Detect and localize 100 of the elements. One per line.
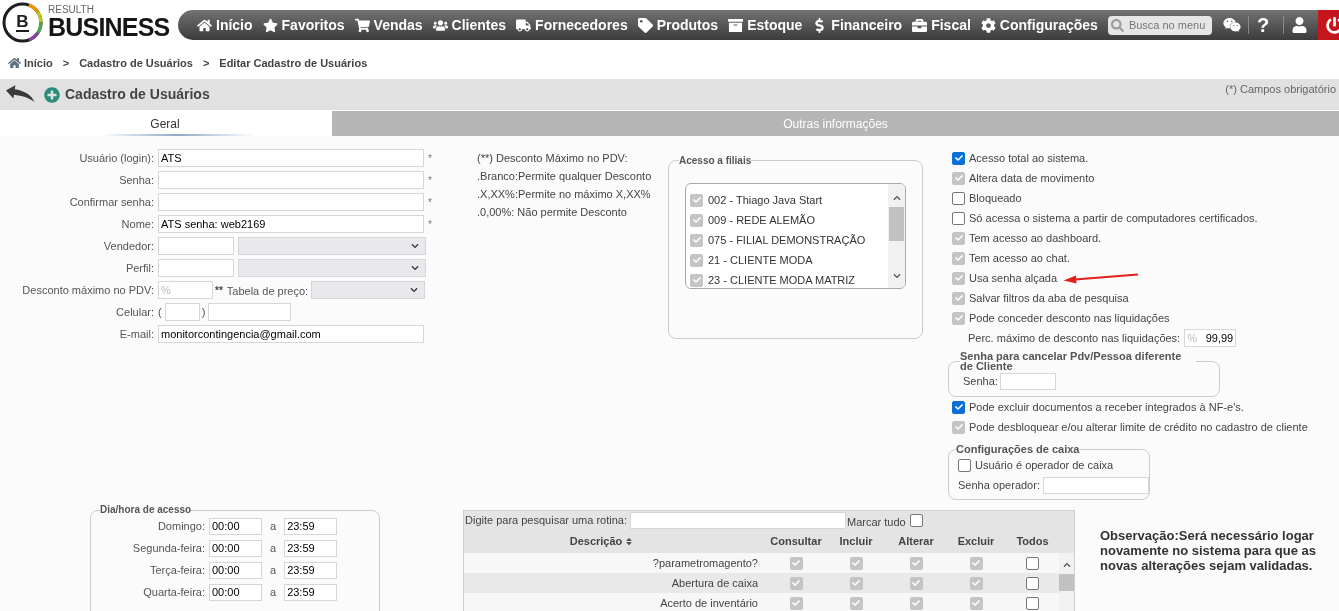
checkmark-icon: [954, 254, 963, 262]
nav-item[interactable]: Fiscal: [912, 14, 971, 36]
home-icon: [197, 17, 212, 33]
curved-arrow-icon[interactable]: [5, 85, 36, 104]
checkmark-icon: [954, 234, 963, 242]
branch-label: 23 - CLIENTE MODA MATRIZ: [708, 272, 856, 288]
input-field[interactable]: 23:59: [284, 561, 338, 579]
input-field[interactable]: 00:00: [209, 517, 262, 535]
input-field[interactable]: [158, 237, 234, 255]
checkmark-icon: [852, 579, 860, 587]
checkbox[interactable]: [909, 514, 923, 527]
sort-icon[interactable]: [626, 537, 633, 546]
input-field[interactable]: [158, 259, 234, 277]
page-title: Cadastro de Usuários: [65, 85, 210, 104]
input-field[interactable]: ATS: [158, 149, 424, 167]
column-header[interactable]: Descrição: [569, 533, 623, 550]
range-separator: a: [270, 540, 277, 556]
checkmark-icon: [954, 154, 963, 162]
input-field[interactable]: 23:59: [284, 539, 338, 557]
input-field[interactable]: [999, 372, 1056, 390]
checkbox[interactable]: [952, 211, 965, 225]
scrollbar-thumb[interactable]: [1059, 574, 1074, 591]
help-text: .X,XX%:Permite no máximo X,XX%: [477, 187, 651, 202]
input-field[interactable]: [158, 171, 424, 189]
input-field[interactable]: 00:00: [209, 583, 262, 601]
input-field[interactable]: % 99,99: [1184, 329, 1237, 347]
add-icon[interactable]: [44, 86, 60, 103]
checkbox-label: Bloqueado: [969, 190, 1022, 206]
field-label: Segunda-feira:: [132, 540, 205, 556]
scroll-down-icon[interactable]: [892, 272, 901, 280]
group-legend: Senha para cancelar Pdv/Pessoa diferente de Cliente: [960, 351, 1196, 371]
input-field[interactable]: ATS senha: web2169: [158, 215, 424, 233]
checkmark-icon: [692, 196, 701, 204]
field-label: Perc. máximo de desconto nas liquidações:: [968, 330, 1181, 346]
input-field[interactable]: 00:00: [209, 561, 262, 579]
nav-item[interactable]: Configurações: [980, 14, 1098, 36]
input-field[interactable]: [164, 303, 200, 321]
breadcrumb-link[interactable]: Cadastro de Usuários: [79, 54, 193, 72]
checkmark-icon: [954, 174, 963, 182]
checkbox[interactable]: [1026, 596, 1039, 610]
search-field[interactable]: Busca no menu: [1107, 15, 1212, 35]
checkbox[interactable]: [958, 458, 971, 472]
checkmark-icon: [792, 599, 800, 607]
group-legend: Configurações de caixa: [956, 443, 1080, 455]
breadcrumb-link[interactable]: Editar Cadastro de Usuários: [219, 54, 368, 72]
column-header[interactable]: Consultar: [770, 533, 822, 550]
user-icon[interactable]: [1292, 17, 1308, 33]
column-header[interactable]: Alterar: [898, 533, 934, 550]
input-field[interactable]: [630, 512, 847, 529]
checkbox-label: Só acessa o sistema a partir de computadores certificados.: [969, 210, 1258, 226]
scrollbar-thumb[interactable]: [889, 207, 904, 241]
input-field[interactable]: monitorcontingencia@gmail.com: [158, 325, 424, 343]
input-field[interactable]: [1042, 476, 1149, 494]
truck-icon: [516, 17, 532, 33]
scroll-up-icon[interactable]: [892, 194, 901, 202]
nav-item[interactable]: Estoque: [728, 14, 803, 36]
field-label: Perfil:: [125, 260, 154, 276]
input-field[interactable]: 23:59: [284, 583, 338, 601]
power-icon: [1325, 16, 1339, 34]
range-separator: a: [270, 518, 277, 534]
home-icon[interactable]: [8, 57, 21, 69]
nav-item[interactable]: Favoritos: [262, 14, 345, 36]
checkbox-label: Altera data de movimento: [969, 170, 1095, 186]
field-label: E-mail:: [119, 326, 154, 342]
breadcrumb-link[interactable]: Início: [24, 54, 53, 72]
input-field[interactable]: [208, 303, 292, 321]
checkbox[interactable]: [952, 400, 965, 414]
nav-item[interactable]: Produtos: [637, 14, 719, 36]
field-label: Confirmar senha:: [69, 194, 154, 210]
help-button[interactable]: ?: [1256, 14, 1270, 36]
nav-item[interactable]: Financeiro: [812, 14, 903, 36]
nav-item[interactable]: Início: [197, 14, 253, 36]
input-field[interactable]: [158, 193, 424, 211]
checkbox[interactable]: [1026, 576, 1039, 590]
checkbox-label: Pode excluir documentos a receber integrados à NF-e's.: [969, 399, 1244, 415]
nav-item[interactable]: Clientes: [432, 14, 507, 36]
archive-box-icon: [728, 17, 744, 33]
field-label: Tabela de preço:: [226, 285, 309, 297]
group-legend: Dia/hora de acesso: [100, 505, 192, 515]
checkbox[interactable]: [952, 151, 965, 165]
input-field[interactable]: 23:59: [284, 517, 338, 535]
range-separator: a: [270, 584, 277, 600]
chat-bubbles-icon[interactable]: [1222, 17, 1241, 33]
field-label: Usuário (login):: [79, 150, 154, 166]
checkbox-label: Pode desbloquear e/ou alterar limite de crédito no cadastro de cliente: [969, 419, 1308, 435]
nav-item[interactable]: Fornecedores: [516, 14, 628, 36]
phone-bracket: ): [201, 304, 206, 320]
column-header[interactable]: Todos: [1016, 533, 1049, 550]
column-header[interactable]: Incluir: [839, 533, 873, 550]
group-legend: Acesso a filiais: [679, 153, 752, 168]
checkbox[interactable]: [952, 191, 965, 205]
scroll-up-icon[interactable]: [1062, 561, 1071, 569]
checkbox[interactable]: [1026, 556, 1039, 570]
checkmark-icon: [792, 579, 800, 587]
field-label: Digite para pesquisar uma rotina:: [465, 513, 628, 529]
column-header[interactable]: Excluir: [957, 533, 995, 550]
checkbox-label: Usuário é operador de caixa: [975, 457, 1114, 473]
field-label: Senha:: [119, 172, 154, 188]
nav-item[interactable]: Vendas: [354, 14, 423, 36]
input-field[interactable]: 00:00: [209, 539, 262, 557]
